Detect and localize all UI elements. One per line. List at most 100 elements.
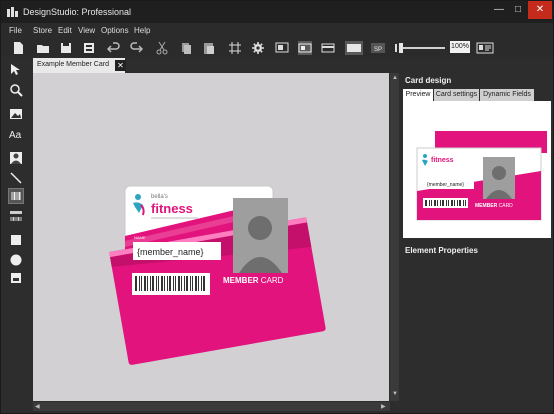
barcode[interactable]: [132, 273, 210, 295]
settings-gear-icon[interactable]: [251, 41, 265, 55]
barcode-bar: [440, 200, 441, 206]
new-file-icon[interactable]: [11, 41, 25, 55]
barcode-bar: [175, 276, 176, 291]
tab-label: Example Member Card: [37, 61, 109, 68]
scroll-down-icon[interactable]: ▼: [392, 391, 398, 397]
menu-file[interactable]: File: [9, 26, 22, 35]
card-front-icon[interactable]: [298, 41, 312, 55]
name-label: NAME: [134, 235, 146, 240]
close-button[interactable]: ✕: [528, 1, 552, 19]
barcode-bar: [164, 276, 165, 291]
barcode-bar: [465, 200, 466, 206]
design-canvas[interactable]: bella's fitness NAME {member_name} MEMBE…: [33, 73, 389, 401]
horizontal-scrollbar[interactable]: ◀ ▶: [33, 402, 390, 411]
barcode-bar: [141, 276, 142, 291]
save-icon[interactable]: [59, 41, 73, 55]
barcode-bar: [156, 276, 157, 291]
copy-icon[interactable]: [179, 41, 193, 55]
paste-icon[interactable]: [202, 41, 216, 55]
card-back-icon[interactable]: [321, 41, 335, 55]
barcode-bar: [192, 276, 193, 291]
scroll-right-icon[interactable]: ▶: [381, 403, 386, 410]
barcode-bar: [169, 276, 171, 291]
menu-view[interactable]: View: [78, 26, 95, 35]
minimize-button[interactable]: —: [490, 1, 508, 19]
barcode-bar: [451, 200, 453, 206]
save-all-icon[interactable]: [82, 41, 96, 55]
close-tab-icon[interactable]: ✕: [115, 60, 126, 71]
zoom-slider-handle[interactable]: [399, 43, 403, 53]
document-tab-bar: Example Member Card ✕: [31, 57, 391, 73]
barcode-bar: [147, 276, 148, 291]
tab-preview[interactable]: Preview: [403, 89, 433, 101]
barcode-bar: [195, 276, 197, 291]
barcode-bar: [198, 276, 199, 291]
card-blank-icon[interactable]: [345, 41, 363, 55]
barcode-bar: [429, 200, 430, 206]
contact-card-icon[interactable]: [476, 41, 494, 55]
barcode-bar: [186, 276, 188, 291]
magstripe-tool-icon[interactable]: [9, 209, 23, 223]
card-layout-icon[interactable]: [275, 41, 289, 55]
ellipse-tool-icon[interactable]: [9, 253, 23, 267]
main-toolbar: SP: [1, 39, 553, 57]
menu-help[interactable]: Help: [134, 26, 150, 35]
zoom-slider-track[interactable]: [401, 47, 445, 49]
element-properties-title: Element Properties: [405, 246, 478, 255]
zoom-tool-icon[interactable]: [9, 83, 23, 97]
pointer-tool-icon[interactable]: [9, 63, 23, 77]
menu-edit[interactable]: Edit: [58, 26, 72, 35]
tab-example-member-card[interactable]: Example Member Card ✕: [33, 58, 126, 73]
barcode-bar: [459, 200, 461, 206]
barcode-bar: [167, 276, 168, 291]
barcode-bar: [139, 276, 140, 291]
redo-icon[interactable]: [129, 41, 143, 55]
text-tool-icon[interactable]: Aa: [9, 127, 23, 141]
menu-bar: File Store Edit View Options Help: [1, 23, 553, 39]
member-name-field[interactable]: {member_name}: [137, 247, 204, 257]
preview-member-name: {member_name}: [427, 182, 464, 188]
cut-icon[interactable]: [155, 41, 169, 55]
brand-small-text: bella's: [151, 194, 168, 200]
scroll-up-icon[interactable]: ▲: [392, 75, 398, 81]
app-logo-icon: [7, 7, 18, 17]
barcode-bar: [431, 200, 432, 206]
barcode-bar: [434, 200, 436, 206]
barcode-bar: [144, 276, 146, 291]
vertical-scrollbar[interactable]: ▲ ▼: [390, 73, 399, 401]
sp-icon[interactable]: SP: [371, 41, 385, 55]
barcode-bar: [454, 200, 455, 206]
open-folder-icon[interactable]: [36, 41, 50, 55]
barcode-bar: [135, 276, 137, 291]
scroll-left-icon[interactable]: ◀: [35, 403, 40, 410]
barcode-bar: [457, 200, 458, 206]
barcode-bar: [201, 276, 202, 291]
barcode-tool-icon[interactable]: [8, 188, 24, 204]
card-design-title: Card design: [405, 76, 452, 85]
maximize-button[interactable]: □: [509, 1, 527, 19]
barcode-bar: [173, 276, 174, 291]
barcode-bar: [463, 200, 464, 206]
photo-placeholder[interactable]: [233, 198, 288, 273]
barcode-bar: [437, 200, 438, 206]
undo-icon[interactable]: [107, 41, 121, 55]
image-tool-icon[interactable]: [9, 107, 23, 121]
barcode-bar: [178, 276, 180, 291]
tab-dynamic-fields[interactable]: Dynamic Fields: [480, 89, 534, 101]
menu-options[interactable]: Options: [101, 26, 129, 35]
card-artwork: bella's fitness NAME {member_name} MEMBE…: [109, 185, 326, 365]
grid-icon[interactable]: [228, 41, 242, 55]
member-card-text: MEMBER CARD: [223, 276, 284, 285]
menu-store[interactable]: Store: [33, 26, 52, 35]
photo-tool-icon[interactable]: [9, 151, 23, 165]
zoom-level[interactable]: 100%: [450, 41, 470, 53]
barcode-bar: [190, 276, 191, 291]
barcode-bar: [446, 200, 447, 206]
rectangle-tool-icon[interactable]: [9, 233, 23, 247]
line-tool-icon[interactable]: [9, 171, 23, 185]
tab-card-settings[interactable]: Card settings: [434, 89, 479, 101]
card-preview: fitness {member_name} MEMBER CARD: [403, 101, 551, 238]
layers-tool-icon[interactable]: [9, 271, 23, 285]
app-window: DesignStudio: Professional — □ ✕ File St…: [0, 0, 554, 414]
left-tool-palette: Aa: [7, 61, 27, 401]
